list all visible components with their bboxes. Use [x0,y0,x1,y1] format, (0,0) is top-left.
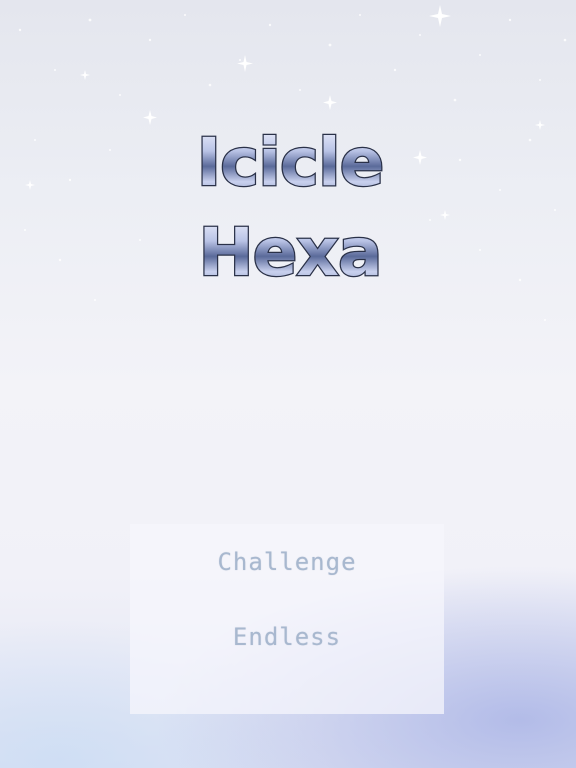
main-menu: Challenge Endless [130,524,444,714]
title-line-1: Icicle [197,124,384,201]
title-screen: Icicle Hexa Challenge Endless [0,0,576,768]
game-title-logo: Icicle Hexa [195,123,385,290]
endless-button[interactable]: Endless [130,623,444,651]
challenge-button[interactable]: Challenge [130,548,444,576]
title-line-2: Hexa [198,214,381,290]
